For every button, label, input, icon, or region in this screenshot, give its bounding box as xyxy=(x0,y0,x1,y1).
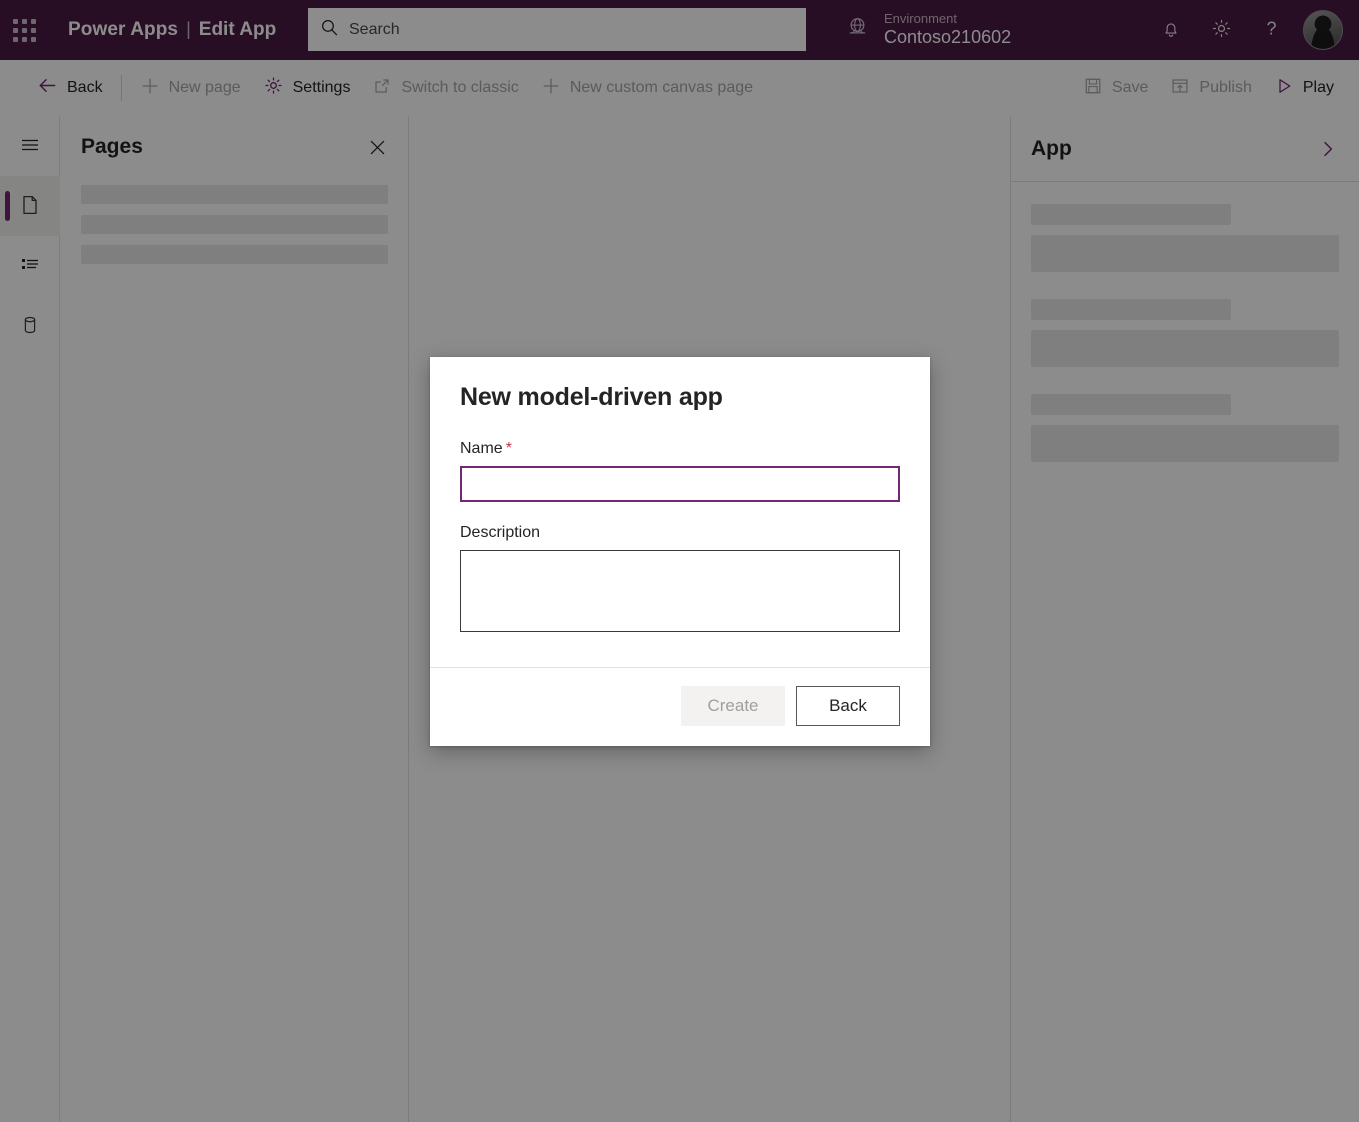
name-label-text: Name xyxy=(460,440,503,457)
name-input[interactable] xyxy=(460,466,900,502)
new-model-driven-app-dialog: New model-driven app Name* Description C… xyxy=(430,357,930,746)
description-label: Description xyxy=(460,524,900,542)
description-field-group: Description xyxy=(460,524,900,637)
dialog-body: New model-driven app Name* Description xyxy=(430,357,930,667)
required-asterisk: * xyxy=(506,440,512,457)
name-field-group: Name* xyxy=(460,440,900,502)
app-root: Power Apps | Edit App xyxy=(0,0,1359,1122)
description-textarea[interactable] xyxy=(460,550,900,632)
dialog-title: New model-driven app xyxy=(460,383,900,412)
back-dialog-button[interactable]: Back xyxy=(796,686,900,726)
name-label: Name* xyxy=(460,440,900,458)
dialog-footer: Create Back xyxy=(430,667,930,746)
create-button[interactable]: Create xyxy=(681,686,785,726)
